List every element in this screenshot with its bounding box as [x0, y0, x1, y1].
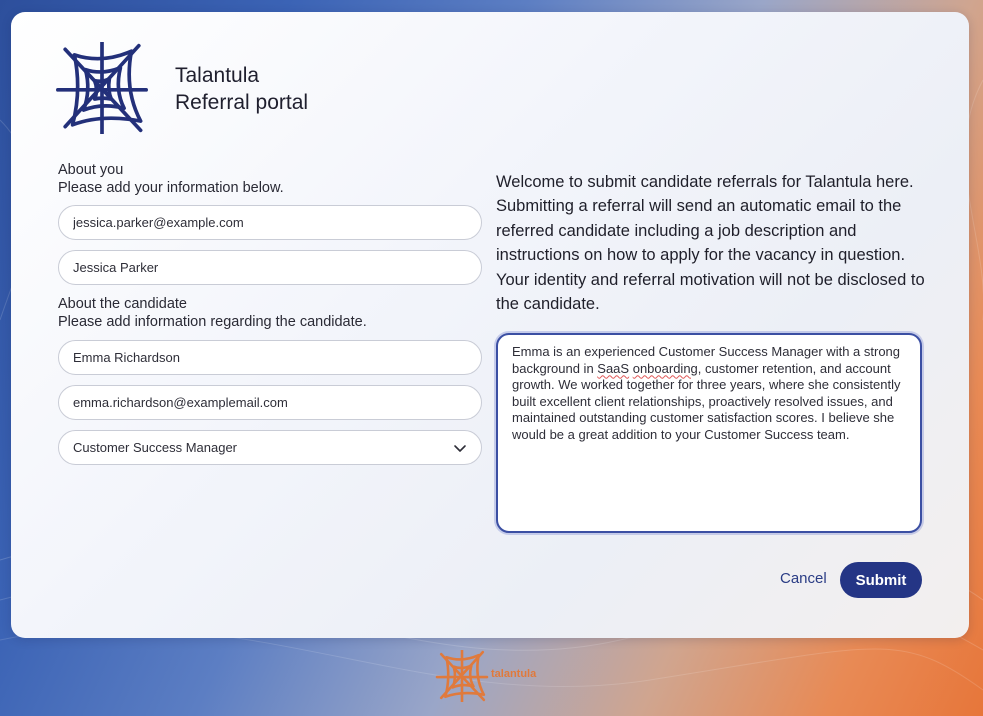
welcome-text: Welcome to submit candidate referrals fo…: [496, 173, 925, 314]
referral-motivation-textarea[interactable]: Emma is an experienced Customer Success …: [496, 333, 922, 533]
about-candidate-subtitle: Please add information regarding the can…: [58, 314, 367, 330]
position-select-value: Customer Success Manager: [73, 440, 238, 455]
candidate-name-field[interactable]: [58, 340, 482, 375]
submit-button[interactable]: Submit: [840, 562, 922, 598]
chevron-down-icon: [454, 444, 466, 452]
brand-subtitle: Referral portal: [175, 91, 309, 114]
motivation-spell-2: onboarding: [632, 360, 698, 376]
footer-brand-text: talantula: [491, 668, 537, 680]
referrer-name-field[interactable]: [58, 250, 482, 285]
referral-card: Talantula Referral portal About you Plea…: [11, 12, 969, 638]
cancel-button[interactable]: Cancel: [776, 568, 831, 589]
brand-title: Talantula Referral portal: [175, 62, 308, 116]
motivation-spell-1: SaaS: [597, 360, 630, 376]
about-candidate-title: About the candidate: [58, 296, 187, 312]
footer-spider-web-icon: [435, 650, 489, 702]
position-select[interactable]: Customer Success Manager: [58, 430, 482, 465]
about-candidate-heading: About the candidate Please add informati…: [58, 295, 367, 331]
candidate-email-field[interactable]: [58, 385, 482, 420]
about-you-subtitle: Please add your information below.: [58, 180, 284, 196]
brand-name: Talantula: [175, 64, 260, 87]
about-you-title: About you: [58, 162, 124, 178]
spider-web-icon: [56, 42, 149, 134]
about-you-heading: About you Please add your information be…: [58, 161, 284, 197]
referrer-email-field[interactable]: [58, 205, 482, 240]
